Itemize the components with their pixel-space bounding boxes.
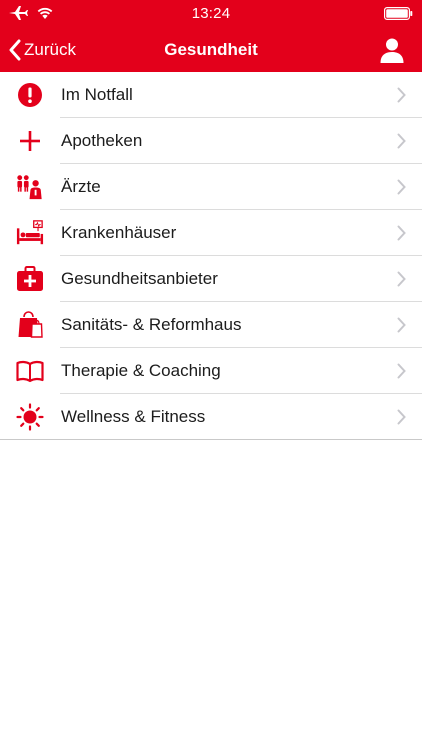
user-profile-button[interactable]: [378, 36, 406, 64]
user-icon: [380, 38, 404, 63]
chevron-right-icon: [397, 133, 406, 149]
list-item-gesundheitsanbieter[interactable]: Gesundheitsanbieter: [0, 256, 422, 302]
doctors-icon: [16, 173, 44, 201]
chevron-right-icon: [397, 363, 406, 379]
list-item-label: Apotheken: [61, 131, 143, 150]
list-item-krankenhaeuser[interactable]: Krankenhäuser: [0, 210, 422, 256]
sun-icon: [16, 403, 44, 431]
list-item-label: Therapie & Coaching: [61, 361, 221, 380]
header: 13:24 Zurück Gesundheit: [0, 0, 422, 72]
list-item-label: Krankenhäuser: [61, 223, 177, 242]
list-item-label: Gesundheitsanbieter: [61, 269, 218, 288]
chevron-right-icon: [397, 179, 406, 195]
list-item-wellness-fitness[interactable]: Wellness & Fitness: [0, 394, 422, 440]
page-title: Gesundheit: [164, 40, 258, 59]
list-item-label: Sanitäts- & Reformhaus: [61, 315, 242, 334]
shopping-bag-icon: [16, 311, 44, 339]
list-item-im-notfall[interactable]: Im Notfall: [0, 72, 422, 118]
alert-icon: [16, 81, 44, 109]
status-bar: 13:24: [0, 0, 422, 28]
hospital-bed-icon: [16, 219, 44, 247]
status-time: 13:24: [191, 5, 231, 22]
chevron-right-icon: [397, 409, 406, 425]
medical-case-icon: [16, 265, 44, 293]
plus-icon: [16, 127, 44, 155]
chevron-right-icon: [397, 317, 406, 333]
navigation-bar: Zurück Gesundheit: [0, 28, 422, 72]
chevron-right-icon: [397, 271, 406, 287]
category-list: Im Notfall Apotheken Ärzte Krankenhäuser…: [0, 72, 422, 440]
list-item-apotheken[interactable]: Apotheken: [0, 118, 422, 164]
battery-icon: [384, 7, 413, 21]
status-right: [384, 7, 413, 25]
chevron-right-icon: [397, 225, 406, 241]
list-item-label: Wellness & Fitness: [61, 407, 206, 426]
list-item-sanitaets-reformhaus[interactable]: Sanitäts- & Reformhaus: [0, 302, 422, 348]
list-item-therapie-coaching[interactable]: Therapie & Coaching: [0, 348, 422, 394]
chevron-right-icon: [397, 87, 406, 103]
list-item-aerzte[interactable]: Ärzte: [0, 164, 422, 210]
list-item-label: Ärzte: [61, 177, 101, 196]
book-icon: [16, 357, 44, 385]
list-item-label: Im Notfall: [61, 85, 133, 104]
